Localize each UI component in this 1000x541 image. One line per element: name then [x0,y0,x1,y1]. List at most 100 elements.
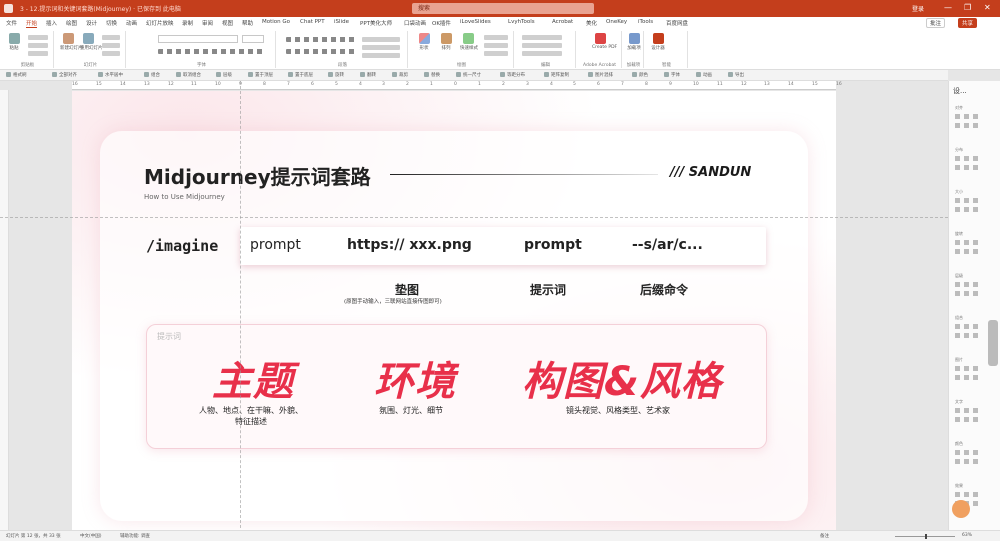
tab-iloveslides[interactable]: iLoveSlides [460,19,491,25]
panel-tool-row[interactable] [955,450,979,455]
sign-in-button[interactable]: 登录 [912,4,924,13]
addins-button[interactable]: 加载项 [626,33,642,55]
panel-tool-row[interactable] [955,492,979,497]
zoom-slider-thumb[interactable] [925,534,927,539]
qbar-item[interactable]: 颜色 [632,72,648,78]
panel-tool-row[interactable] [955,207,979,212]
qbar-item[interactable]: 全部对齐 [52,72,77,78]
brand-logo[interactable]: /// SANDUN [670,165,751,180]
designer-button[interactable]: 设计器 [650,33,666,55]
qbar-item[interactable]: 层级 [216,72,232,78]
tab-draw[interactable]: 绘图 [66,19,77,27]
convert-smartart-button[interactable] [362,53,400,58]
arrange-button[interactable]: 排列 [438,33,454,55]
qbar-item[interactable]: 格式刷 [6,72,27,78]
tab-koudai[interactable]: 口袋动画 [404,19,426,27]
cut-button[interactable] [28,35,48,40]
panel-tool-row[interactable] [955,417,979,422]
tab-itools[interactable]: iTools [638,19,653,25]
tab-design[interactable]: 设计 [86,19,97,27]
panel-tool-row[interactable] [955,375,979,380]
panel-tool-row[interactable] [955,240,979,245]
reuse-slide-button[interactable]: 重用幻灯片 [80,33,103,55]
tab-baidu[interactable]: 百度网盘 [666,19,688,27]
format-painter-button[interactable] [28,51,48,56]
qbar-item[interactable]: 矩阵复制 [544,72,569,78]
panel-tool-row[interactable] [955,366,979,371]
tab-ppt-meihua[interactable]: PPT美化大师 [360,19,392,27]
vertical-guide[interactable] [240,81,241,533]
text-direction-button[interactable] [362,37,400,42]
panel-tool-row[interactable] [955,459,979,464]
tab-chatppt[interactable]: Chat PPT [300,19,325,25]
layout-button[interactable] [102,35,120,40]
section-button[interactable] [102,51,120,56]
minimize-button[interactable]: — [944,3,952,13]
qbar-item[interactable]: 置于顶层 [248,72,273,78]
copy-button[interactable] [28,43,48,48]
select-button[interactable] [522,51,562,56]
zoom-level[interactable]: 63% [962,533,972,538]
find-button[interactable] [522,35,562,40]
qbar-item[interactable]: 替换 [424,72,440,78]
tab-onekey[interactable]: OneKey [606,19,627,25]
tab-help[interactable]: 帮助 [242,19,253,27]
tab-review[interactable]: 审阅 [202,19,213,27]
tab-ok-plugin[interactable]: OK插件 [432,19,451,27]
panel-tool-row[interactable] [955,282,979,287]
slide[interactable]: Midjourney提示词套路 How to Use Midjourney //… [72,91,836,531]
qbar-item[interactable]: 图片混排 [588,72,613,78]
list-buttons[interactable] [286,37,356,42]
tab-record[interactable]: 录制 [182,19,193,27]
accessibility-status[interactable]: 辅助功能: 调查 [120,533,150,539]
share-button[interactable]: 共享 [958,18,978,28]
slide-title[interactable]: Midjourney提示词套路 [144,161,371,190]
replace-button[interactable] [522,43,562,48]
panel-tool-row[interactable] [955,291,979,296]
align-buttons[interactable] [286,49,356,54]
panel-tool-row[interactable] [955,114,979,119]
maximize-button[interactable]: ❐ [964,3,971,13]
qbar-item[interactable]: 置于底层 [288,72,313,78]
align-text-button[interactable] [362,45,400,50]
close-button[interactable]: ✕ [984,3,991,13]
qbar-item[interactable]: 裁剪 [392,72,408,78]
panel-tool-row[interactable] [955,165,979,170]
qbar-item[interactable]: 统一尺寸 [456,72,481,78]
imagine-command[interactable]: /imagine [146,237,218,255]
panel-tool-row[interactable] [955,249,979,254]
shape-outline-button[interactable] [484,43,508,48]
assistant-avatar[interactable] [952,500,970,518]
qbar-item[interactable]: 动画 [696,72,712,78]
qbar-item[interactable]: 导出 [728,72,744,78]
font-format-buttons[interactable] [158,49,264,54]
shapes-button[interactable]: 形状 [416,33,432,55]
tab-lvyhtools[interactable]: LvyhTools [508,19,535,25]
tab-file[interactable]: 文件 [6,19,17,27]
panel-tool-row[interactable] [955,408,979,413]
paste-button[interactable]: 粘贴 [6,33,22,55]
qbar-item[interactable]: 等距分布 [500,72,525,78]
horizontal-guide[interactable] [0,217,948,218]
shape-fill-button[interactable] [484,35,508,40]
panel-tool-row[interactable] [955,156,979,161]
tab-slideshow[interactable]: 幻灯片放映 [146,19,174,27]
qbar-item[interactable]: 旋转 [328,72,344,78]
qbar-item[interactable]: 取消组合 [176,72,201,78]
create-pdf-button[interactable]: Create PDF [592,33,617,55]
qbar-item[interactable]: 水平居中 [98,72,123,78]
qbar-item[interactable]: 翻转 [360,72,376,78]
tab-meihua[interactable]: 美化 [586,19,597,27]
search-input[interactable]: 搜索 [412,3,594,14]
tab-islide[interactable]: iSlide [334,19,349,25]
shape-effects-button[interactable] [484,51,508,56]
notes-button[interactable]: 备注 [820,533,829,539]
panel-tool-row[interactable] [955,324,979,329]
tab-animations[interactable]: 动画 [126,19,137,27]
font-size-select[interactable] [242,35,264,43]
panel-scrollbar[interactable] [988,320,998,366]
panel-tool-row[interactable] [955,123,979,128]
tab-home[interactable]: 开始 [26,19,38,28]
new-slide-button[interactable]: 新建幻灯片 [60,33,83,55]
comments-button[interactable]: 批注 [926,18,946,28]
